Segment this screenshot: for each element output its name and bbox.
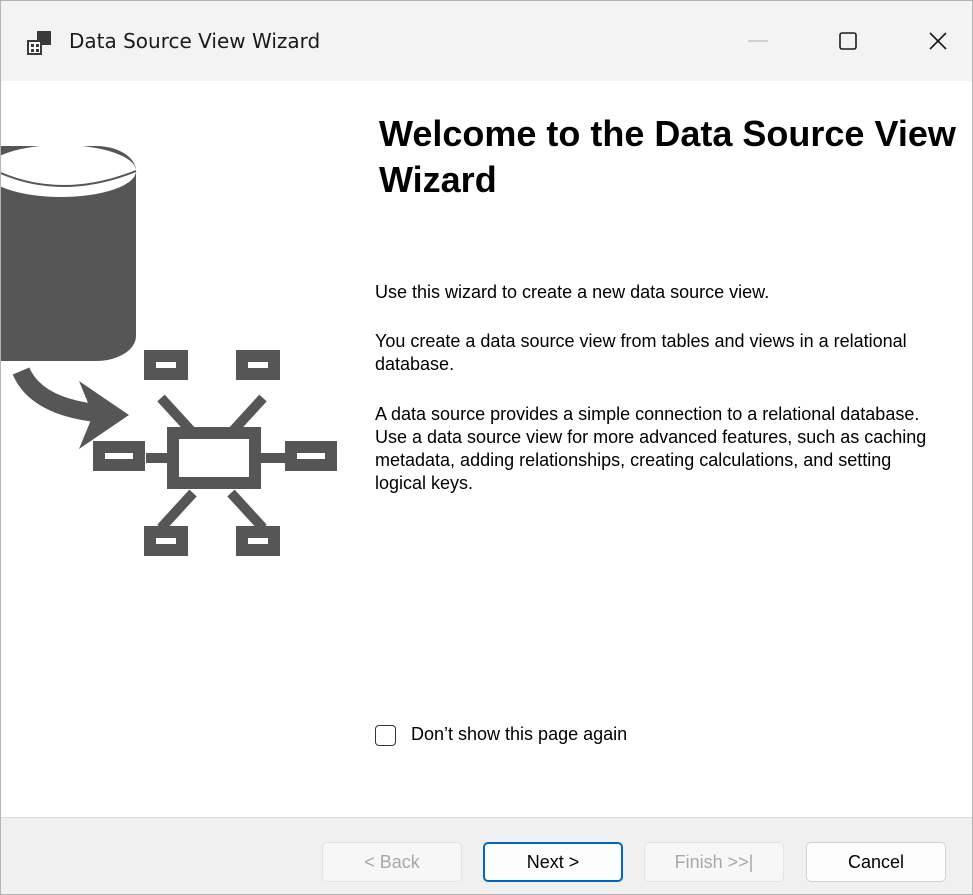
window-title: Data Source View Wizard: [69, 29, 321, 53]
database-to-schema-illustration: [1, 145, 337, 556]
page-title: Welcome to the Data Source View Wizard: [379, 113, 956, 200]
minimize-icon: [748, 40, 768, 42]
title-bar[interactable]: Data Source View Wizard: [1, 1, 972, 81]
button-bar: < Back Next > Finish >>| Cancel: [1, 817, 972, 894]
cancel-button[interactable]: Cancel: [806, 842, 946, 882]
dont-show-checkbox[interactable]: [375, 725, 396, 746]
intro-paragraph: Use this wizard to create a new data sou…: [375, 282, 770, 302]
close-icon: [929, 32, 947, 50]
data-source-view-icon: [27, 30, 53, 56]
wizard-content: Welcome to the Data Source View Wizard U…: [1, 81, 972, 817]
back-button[interactable]: < Back: [322, 842, 462, 882]
maximize-button[interactable]: [803, 1, 893, 81]
maximize-icon: [839, 32, 857, 50]
details-paragraph: A data source provides a simple connecti…: [375, 404, 927, 493]
next-button[interactable]: Next >: [483, 842, 623, 882]
dont-show-label[interactable]: Don’t show this page again: [411, 724, 627, 745]
description-paragraph: You create a data source view from table…: [375, 331, 907, 374]
finish-button[interactable]: Finish >>|: [644, 842, 784, 882]
minimize-button[interactable]: [713, 1, 803, 81]
close-button[interactable]: [893, 1, 972, 81]
wizard-window: Data Source View Wizard Welcome to the D…: [0, 0, 973, 895]
